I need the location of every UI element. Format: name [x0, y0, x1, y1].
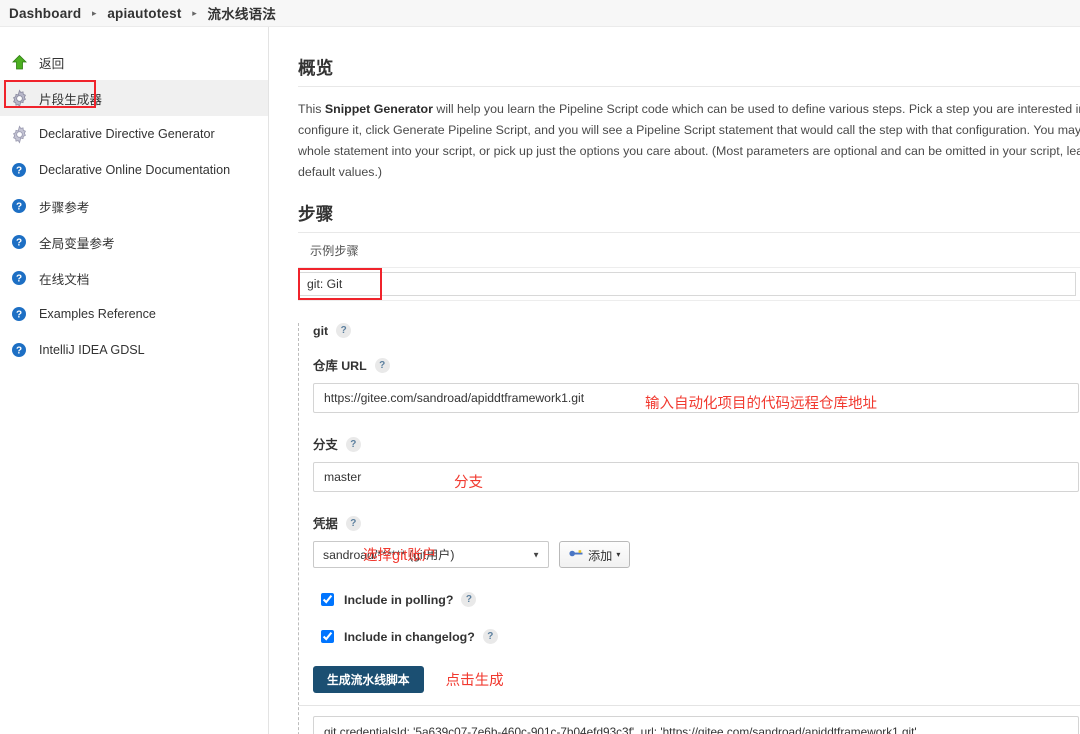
field-credentials: 凭据 ? sandroad/****** (git用户) ▼ 添加 ▾ 选择gi… — [313, 514, 1080, 569]
field-include-in-changelog: Include in changelog? ? — [313, 629, 1080, 645]
help-icon[interactable]: ? — [345, 515, 361, 531]
help-icon[interactable]: ? — [482, 629, 498, 645]
divider — [299, 705, 1080, 707]
sidebar-item-examples-reference[interactable]: ? Examples Reference — [0, 296, 268, 332]
sidebar-item-step-reference[interactable]: ? 步骤参考 — [0, 188, 268, 224]
git-step-form: git ? 仓库 URL ? 输入自动化项目的代码远程仓库地址 分支 ? 分支 … — [298, 323, 1080, 734]
key-icon — [569, 548, 584, 562]
help-icon: ? — [8, 195, 30, 217]
sample-step-select[interactable]: git: Git — [298, 272, 1076, 297]
overview-text-bold: Snippet Generator — [324, 102, 433, 117]
sidebar-item-label: 全局变量参考 — [39, 236, 115, 251]
group-title-label: git — [313, 323, 329, 338]
help-icon: ? — [8, 303, 30, 325]
breadcrumb-separator: ▸ — [192, 7, 197, 18]
field-label-credentials: 凭据 ? — [313, 514, 1080, 532]
branch-input[interactable] — [313, 462, 1079, 493]
help-icon[interactable]: ? — [461, 592, 477, 608]
field-label-repo-url: 仓库 URL ? — [313, 356, 1080, 374]
sidebar-item-global-variable-reference[interactable]: ? 全局变量参考 — [0, 224, 268, 260]
generate-row: 生成流水线脚本 点击生成 — [313, 666, 1080, 694]
field-label-text: 仓库 URL — [313, 359, 367, 374]
group-title-git: git ? — [313, 323, 1080, 339]
field-include-in-polling: Include in polling? ? — [313, 592, 1080, 608]
include-in-changelog-label: Include in changelog? ? — [344, 629, 498, 645]
credentials-select-wrap: sandroad/****** (git用户) ▼ — [313, 541, 549, 569]
add-credentials-button[interactable]: 添加 ▾ — [559, 541, 631, 569]
repo-url-input[interactable] — [313, 383, 1079, 414]
sidebar-item-declarative-directive-generator[interactable]: Declarative Directive Generator — [0, 116, 268, 152]
generated-script-output[interactable]: git credentialsId: '5a639c07-7e6b-460c-9… — [313, 716, 1079, 734]
annotation-generate: 点击生成 — [445, 673, 504, 690]
sidebar-item-label: 片段生成器 — [39, 92, 102, 107]
sidebar-item-label: Declarative Online Documentation — [39, 163, 231, 177]
overview-text-1: This — [298, 102, 325, 117]
breadcrumb-item-pipeline-syntax[interactable]: 流水线语法 — [203, 3, 282, 23]
credentials-row: sandroad/****** (git用户) ▼ 添加 ▾ 选择git账户 — [313, 541, 1080, 569]
sidebar-item-declarative-online-documentation[interactable]: ? Declarative Online Documentation — [0, 152, 268, 188]
svg-text:?: ? — [16, 310, 22, 321]
sidebar-item-snippet-generator[interactable]: 片段生成器 — [0, 80, 268, 116]
include-in-polling-label: Include in polling? ? — [344, 592, 477, 608]
overview-description: This Snippet Generator will help you lea… — [298, 99, 1080, 183]
main-content: 概览 This Snippet Generator will help you … — [270, 27, 1080, 734]
sidebar-item-intellij-idea-gdsl[interactable]: ? IntelliJ IDEA GDSL — [0, 332, 268, 368]
sidebar-item-label: 步骤参考 — [39, 200, 90, 215]
breadcrumb-separator: ▸ — [92, 7, 97, 18]
divider — [298, 232, 1080, 234]
sidebar-item-online-documentation[interactable]: ? 在线文档 — [0, 260, 268, 296]
help-icon: ? — [8, 339, 30, 361]
up-arrow-icon — [8, 51, 30, 73]
help-icon: ? — [8, 267, 30, 289]
sidebar-item-label: IntelliJ IDEA GDSL — [39, 343, 145, 357]
breadcrumb: Dashboard ▸ apiautotest ▸ 流水线语法 — [0, 0, 1080, 27]
field-repo-url: 仓库 URL ? 输入自动化项目的代码远程仓库地址 — [313, 356, 1080, 414]
svg-text:?: ? — [16, 166, 22, 177]
chevron-down-icon: ▾ — [616, 550, 621, 560]
steps-heading: 步骤 — [298, 204, 334, 225]
sidebar: 返回 片段生成器 Declarative Directive Generator… — [0, 27, 269, 734]
divider — [298, 86, 1080, 87]
add-credentials-label: 添加 — [588, 548, 613, 563]
sidebar-item-label: Examples Reference — [39, 307, 156, 321]
gear-icon — [8, 123, 30, 145]
help-icon[interactable]: ? — [374, 357, 390, 373]
field-label-branch: 分支 ? — [313, 435, 1080, 453]
page-title: 概览 — [298, 58, 334, 78]
credentials-select[interactable]: sandroad/****** (git用户) — [313, 541, 549, 569]
sample-step-label: 示例步骤 — [310, 244, 359, 259]
checkbox-label-text: Include in polling? — [344, 592, 454, 607]
sidebar-item-label: Declarative Directive Generator — [39, 127, 215, 141]
svg-text:?: ? — [16, 202, 22, 213]
breadcrumb-item-dashboard[interactable]: Dashboard — [4, 6, 86, 21]
sidebar-item-label: 在线文档 — [39, 272, 90, 287]
help-icon: ? — [8, 159, 30, 181]
sidebar-item-label: 返回 — [39, 56, 65, 71]
svg-text:?: ? — [16, 274, 22, 285]
gear-icon — [8, 87, 30, 109]
field-label-text: 凭据 — [313, 517, 338, 532]
sidebar-item-back[interactable]: 返回 — [0, 44, 268, 80]
field-label-text: 分支 — [313, 438, 338, 453]
sample-step-row: git: Git — [298, 267, 1080, 302]
include-in-polling-checkbox[interactable] — [321, 593, 334, 607]
checkbox-label-text: Include in changelog? — [344, 629, 475, 644]
include-in-changelog-checkbox[interactable] — [321, 630, 334, 644]
breadcrumb-item-apiautotest[interactable]: apiautotest — [102, 6, 186, 21]
svg-text:?: ? — [16, 346, 22, 357]
help-icon: ? — [8, 231, 30, 253]
help-icon[interactable]: ? — [336, 323, 352, 339]
help-icon[interactable]: ? — [345, 436, 361, 452]
generate-pipeline-script-button[interactable]: 生成流水线脚本 — [313, 666, 424, 694]
svg-text:?: ? — [16, 238, 22, 249]
field-branch: 分支 ? 分支 — [313, 435, 1080, 493]
